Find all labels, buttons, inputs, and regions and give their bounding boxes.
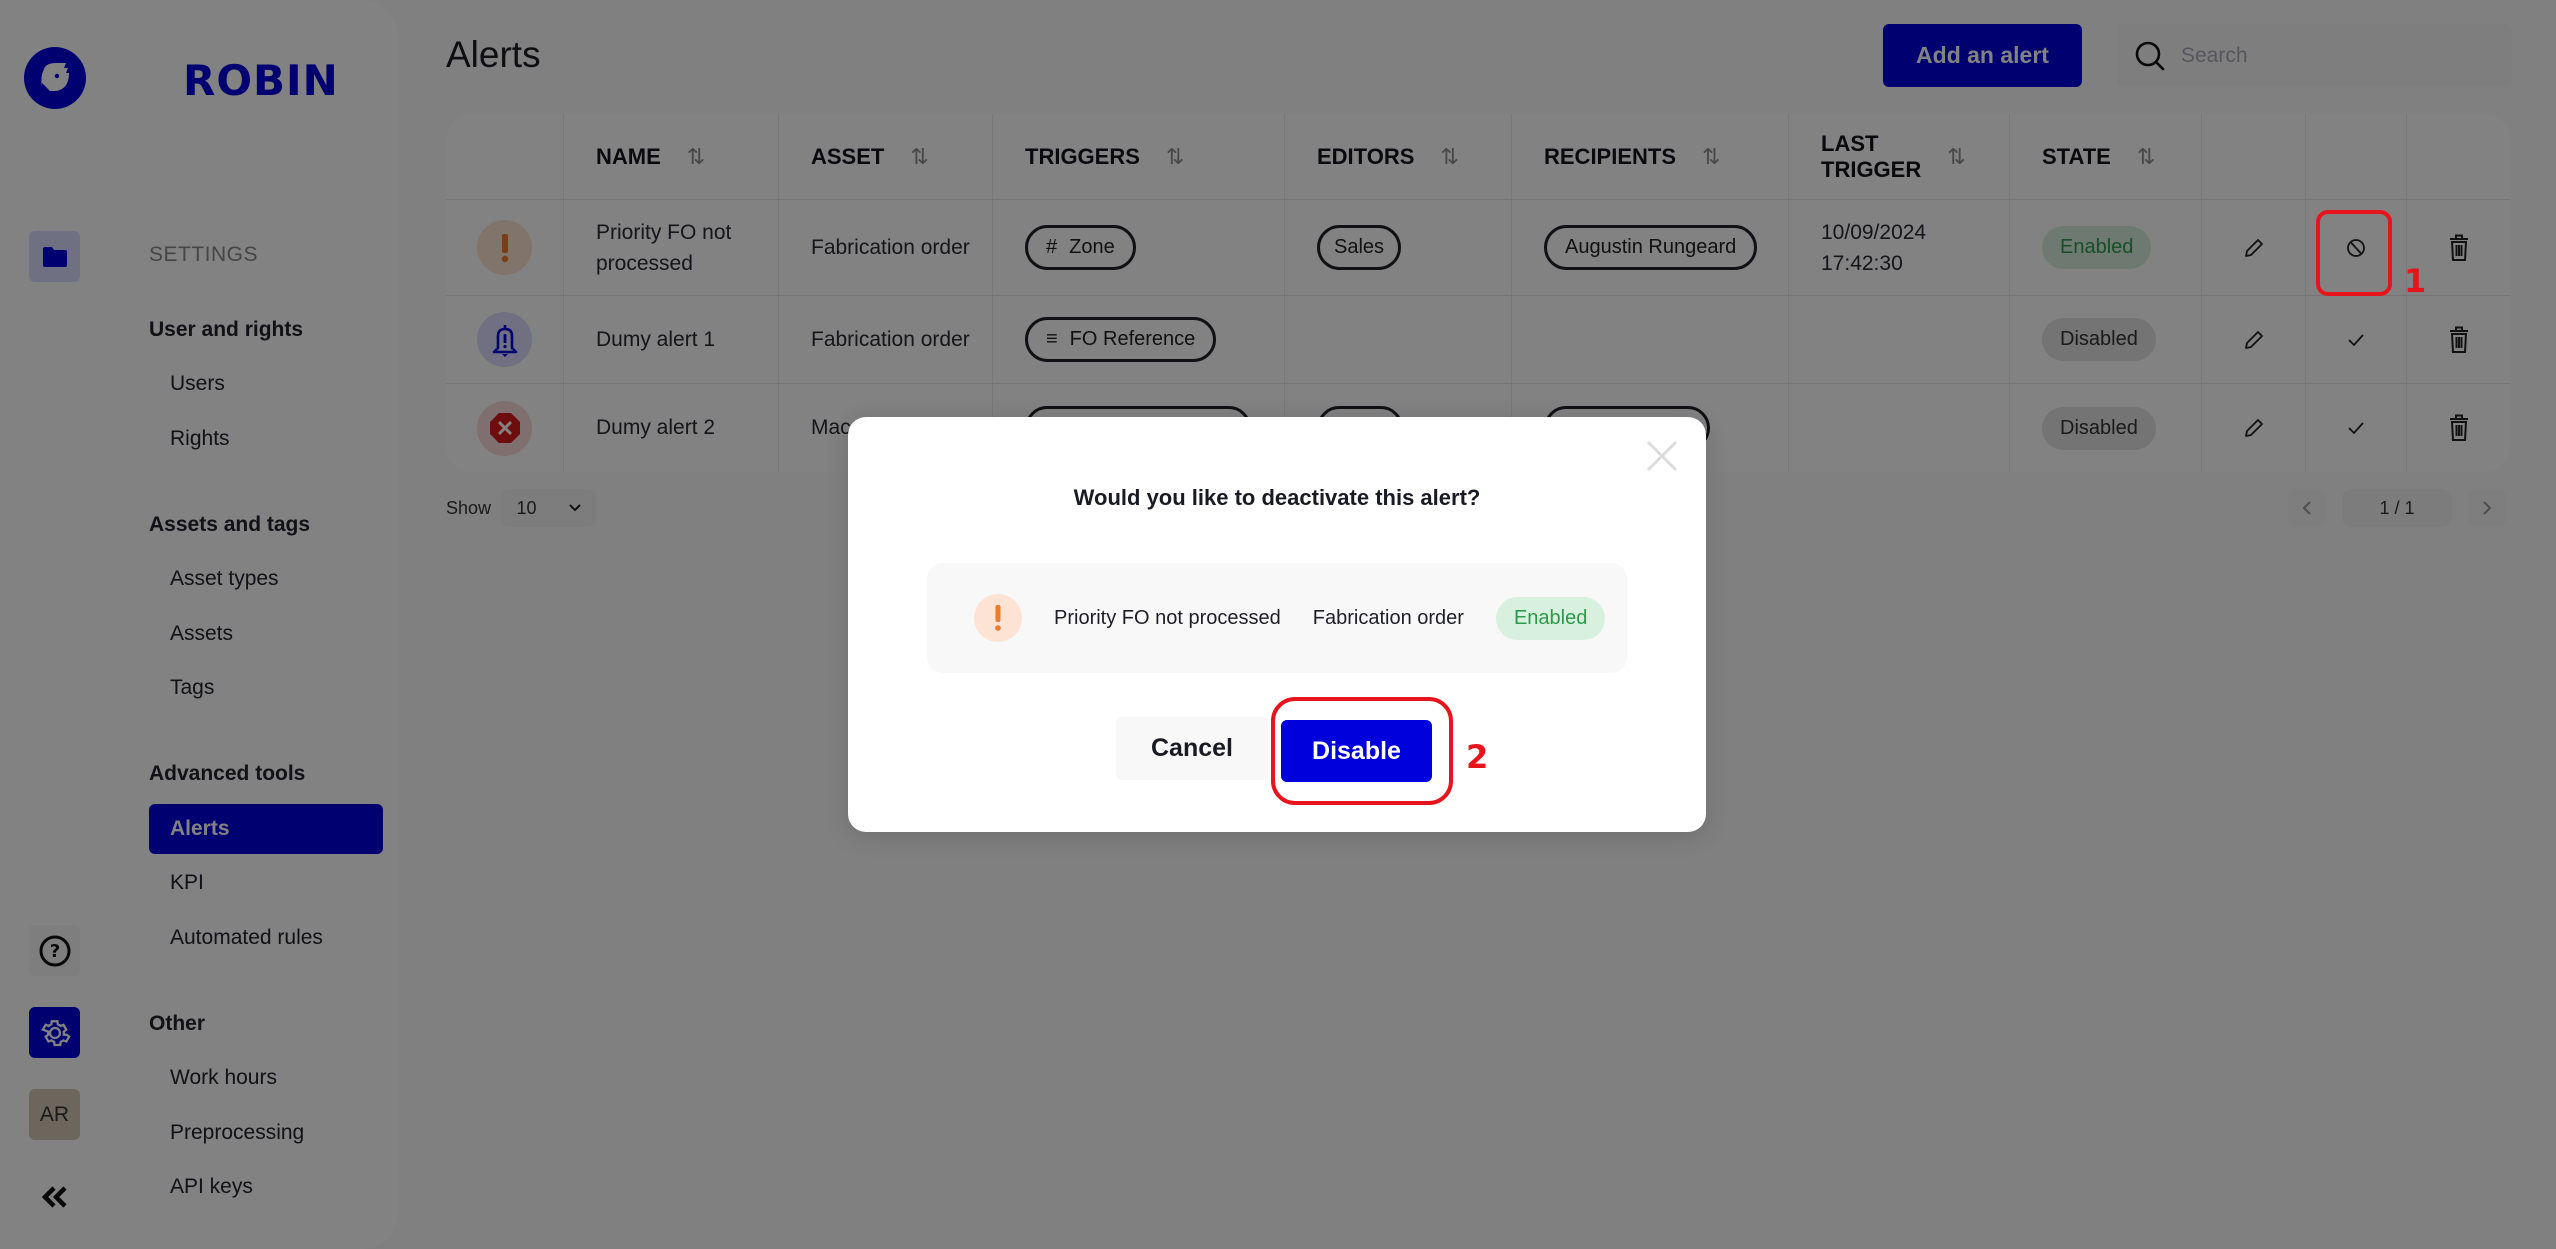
summary-alert-name: Priority FO not processed [1054, 606, 1281, 629]
summary-alert-asset: Fabrication order [1312, 606, 1464, 629]
warning-icon [974, 594, 1022, 642]
annotation-box-2 [1271, 697, 1453, 805]
close-button[interactable] [1642, 437, 1682, 477]
alert-summary-card: Priority FO not processed Fabrication or… [927, 563, 1627, 673]
cancel-button[interactable]: Cancel [1116, 717, 1268, 780]
status-badge: Enabled [1495, 596, 1606, 640]
close-icon [1646, 440, 1678, 471]
annotation-number-1: 1 [2404, 262, 2427, 300]
annotation-number-2: 2 [1466, 738, 1489, 776]
annotation-box-1 [2316, 210, 2392, 296]
dialog-title: Would you like to deactivate this alert? [1073, 485, 1481, 510]
